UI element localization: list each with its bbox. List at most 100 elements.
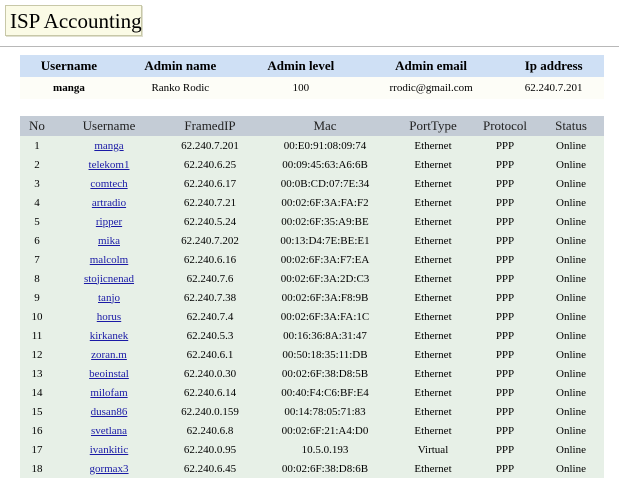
- cell-username: manga: [54, 136, 164, 155]
- cell-framedip: 62.240.7.6: [164, 269, 256, 288]
- username-link[interactable]: malcolm: [90, 254, 129, 266]
- cell-status: Online: [538, 402, 604, 421]
- cell-username: mika: [54, 231, 164, 250]
- col-username: Username: [54, 116, 164, 136]
- cell-username: stojicnenad: [54, 269, 164, 288]
- cell-no: 5: [20, 212, 54, 231]
- cell-status: Online: [538, 421, 604, 440]
- table-row: 1 manga 62.240.7.201 00:E0:91:08:09:74 Ether…: [20, 136, 604, 155]
- page-title: ISP Accounting: [5, 5, 142, 36]
- username-link[interactable]: beoinstal: [89, 368, 129, 380]
- table-row: 13 beoinstal 62.240.0.30 00:02:6F:38:D8:5B E…: [20, 364, 604, 383]
- table-row: 14 milofam 62.240.6.14 00:40:F4:C6:BF:E4 Eth…: [20, 383, 604, 402]
- cell-framedip: 62.240.6.1: [164, 345, 256, 364]
- cell-framedip: 62.240.6.14: [164, 383, 256, 402]
- table-row: 18 gormax3 62.240.6.45 00:02:6F:38:D8:6B Eth…: [20, 459, 604, 478]
- cell-username: artradio: [54, 193, 164, 212]
- cell-no: 13: [20, 364, 54, 383]
- cell-no: 15: [20, 402, 54, 421]
- cell-mac: 00:09:45:63:A6:6B: [256, 155, 394, 174]
- username-link[interactable]: dusan86: [91, 406, 128, 418]
- cell-no: 2: [20, 155, 54, 174]
- cell-framedip: 62.240.5.24: [164, 212, 256, 231]
- username-link[interactable]: gormax3: [89, 463, 128, 475]
- username-link[interactable]: comtech: [90, 178, 127, 190]
- username-link[interactable]: horus: [97, 311, 121, 323]
- cell-framedip: 62.240.7.4: [164, 307, 256, 326]
- col-mac: Mac: [256, 116, 394, 136]
- table-row: 17 ivankitic 62.240.0.95 10.5.0.193 Virtual P…: [20, 440, 604, 459]
- admin-col-ip-address: Ip address: [503, 55, 604, 77]
- cell-protocol: PPP: [472, 269, 538, 288]
- cell-porttype: Ethernet: [394, 345, 472, 364]
- cell-status: Online: [538, 440, 604, 459]
- cell-mac: 00:02:6F:3A:2D:C3: [256, 269, 394, 288]
- cell-protocol: PPP: [472, 155, 538, 174]
- cell-framedip: 62.240.7.21: [164, 193, 256, 212]
- table-row: 2 telekom1 62.240.6.25 00:09:45:63:A6:6B Eth…: [20, 155, 604, 174]
- cell-status: Online: [538, 364, 604, 383]
- username-link[interactable]: telekom1: [89, 159, 130, 171]
- cell-porttype: Ethernet: [394, 364, 472, 383]
- cell-porttype: Ethernet: [394, 402, 472, 421]
- cell-framedip: 62.240.5.3: [164, 326, 256, 345]
- cell-protocol: PPP: [472, 136, 538, 155]
- cell-username: telekom1: [54, 155, 164, 174]
- username-link[interactable]: kirkanek: [90, 330, 128, 342]
- cell-no: 3: [20, 174, 54, 193]
- admin-header-row: Username Admin name Admin level Admin em…: [20, 55, 604, 77]
- cell-framedip: 62.240.6.17: [164, 174, 256, 193]
- cell-framedip: 62.240.0.30: [164, 364, 256, 383]
- username-link[interactable]: milofam: [90, 387, 127, 399]
- cell-mac: 00:E0:91:08:09:74: [256, 136, 394, 155]
- cell-mac: 00:0B:CD:07:7E:34: [256, 174, 394, 193]
- username-link[interactable]: ripper: [96, 216, 122, 228]
- cell-porttype: Ethernet: [394, 288, 472, 307]
- table-row: 12 zoran.m 62.240.6.1 00:50:18:35:11:DB Ethe…: [20, 345, 604, 364]
- username-link[interactable]: stojicnenad: [84, 273, 134, 285]
- cell-no: 12: [20, 345, 54, 364]
- username-link[interactable]: svetlana: [91, 425, 127, 437]
- admin-level: 100: [242, 77, 359, 99]
- username-link[interactable]: artradio: [92, 197, 126, 209]
- cell-username: gormax3: [54, 459, 164, 478]
- admin-email: rrodic@gmail.com: [358, 77, 504, 99]
- cell-porttype: Ethernet: [394, 174, 472, 193]
- username-link[interactable]: mika: [98, 235, 120, 247]
- cell-username: zoran.m: [54, 345, 164, 364]
- username-link[interactable]: manga: [94, 140, 123, 152]
- table-row: 3 comtech 62.240.6.17 00:0B:CD:07:7E:34 Ethe…: [20, 174, 604, 193]
- table-row: 9 tanjo 62.240.7.38 00:02:6F:3A:F8:9B Ethern…: [20, 288, 604, 307]
- admin-col-username: Username: [20, 55, 118, 77]
- cell-protocol: PPP: [472, 459, 538, 478]
- cell-mac: 00:14:78:05:71:83: [256, 402, 394, 421]
- username-link[interactable]: tanjo: [98, 292, 120, 304]
- cell-status: Online: [538, 155, 604, 174]
- table-row: 15 dusan86 62.240.0.159 00:14:78:05:71:83 Et…: [20, 402, 604, 421]
- cell-status: Online: [538, 326, 604, 345]
- cell-mac: 00:02:6F:3A:FA:F2: [256, 193, 394, 212]
- admin-col-admin-name: Admin name: [117, 55, 243, 77]
- cell-protocol: PPP: [472, 421, 538, 440]
- cell-mac: 00:02:6F:3A:FA:1C: [256, 307, 394, 326]
- cell-protocol: PPP: [472, 440, 538, 459]
- cell-porttype: Ethernet: [394, 212, 472, 231]
- cell-username: kirkanek: [54, 326, 164, 345]
- cell-status: Online: [538, 269, 604, 288]
- cell-username: ivankitic: [54, 440, 164, 459]
- cell-status: Online: [538, 212, 604, 231]
- cell-protocol: PPP: [472, 383, 538, 402]
- table-row: 5 ripper 62.240.5.24 00:02:6F:35:A9:BE Ether…: [20, 212, 604, 231]
- sessions-table: No Username FramedIP Mac PortType Protoc…: [20, 116, 604, 478]
- cell-status: Online: [538, 383, 604, 402]
- username-link[interactable]: ivankitic: [90, 444, 129, 456]
- cell-username: ripper: [54, 212, 164, 231]
- cell-status: Online: [538, 250, 604, 269]
- cell-porttype: Virtual: [394, 440, 472, 459]
- cell-mac: 00:02:6F:38:D8:5B: [256, 364, 394, 383]
- cell-username: milofam: [54, 383, 164, 402]
- table-row: 10 horus 62.240.7.4 00:02:6F:3A:FA:1C Ethern…: [20, 307, 604, 326]
- cell-protocol: PPP: [472, 345, 538, 364]
- username-link[interactable]: zoran.m: [91, 349, 127, 361]
- admin-col-admin-email: Admin email: [358, 55, 504, 77]
